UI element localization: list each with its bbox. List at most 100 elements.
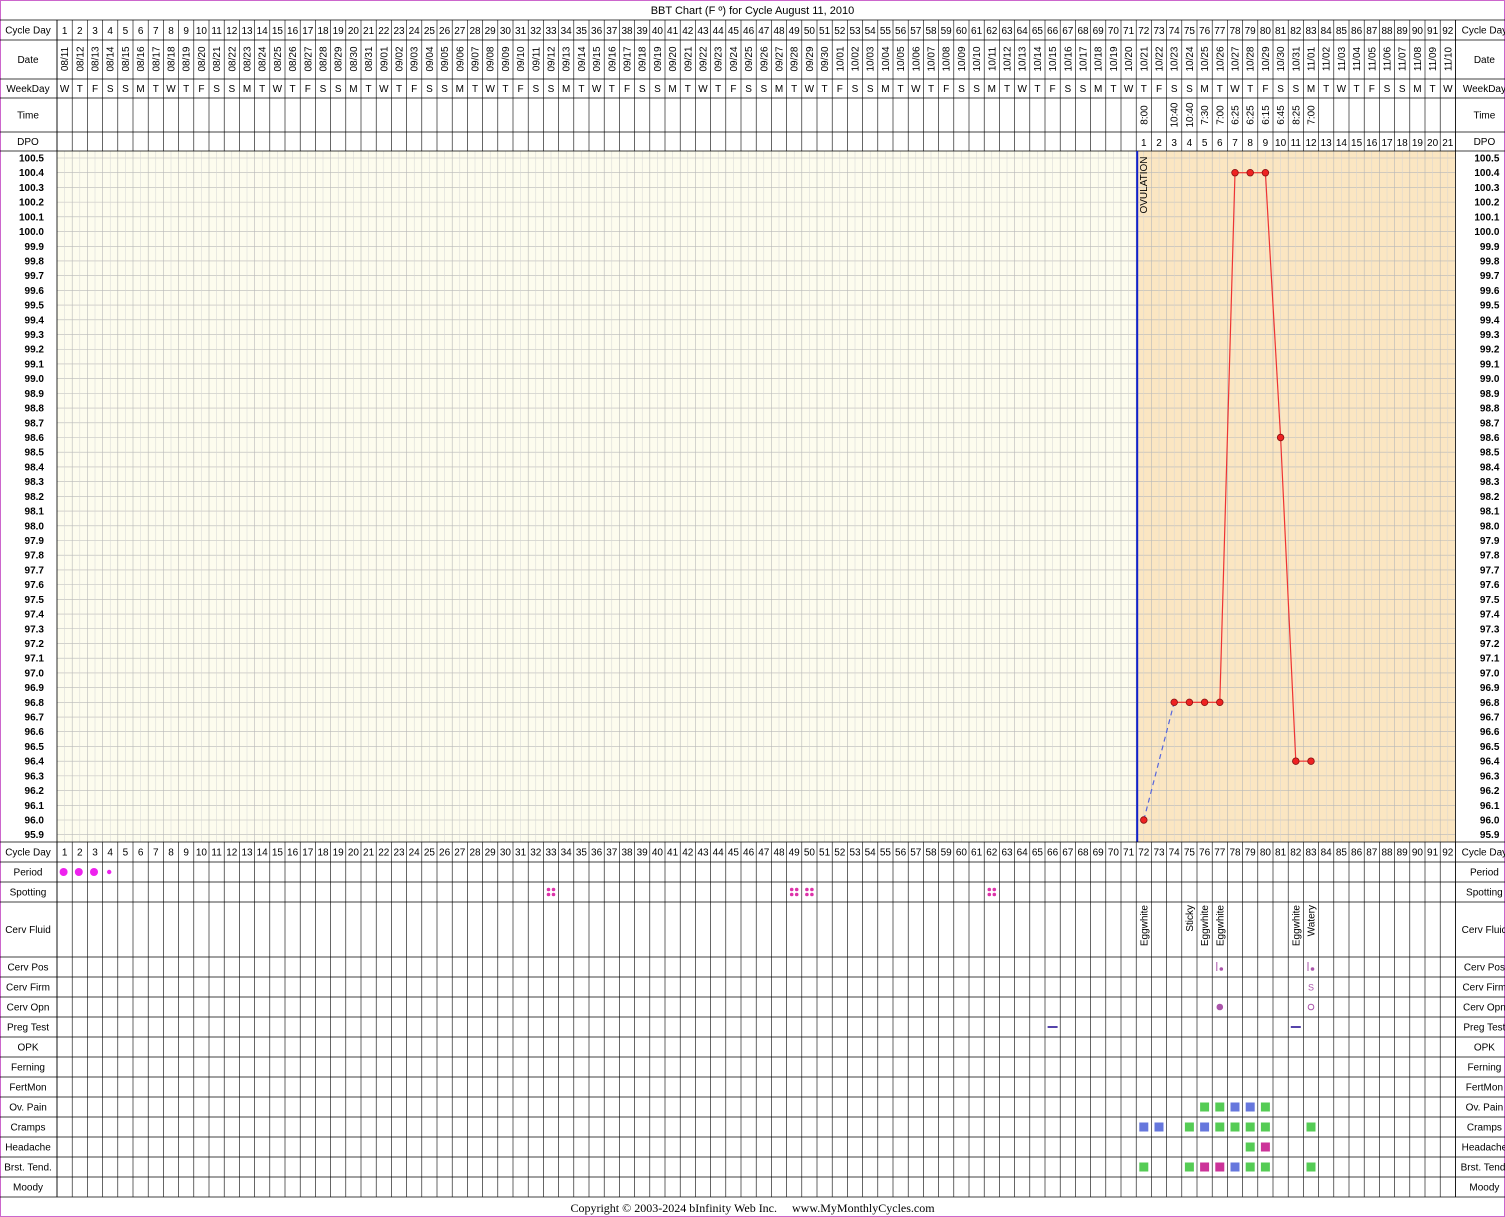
cycle-day-number: 90 (1412, 26, 1424, 37)
brst_tend-mark (1230, 1162, 1240, 1172)
cycle-day-number: 75 (1184, 26, 1196, 37)
weekday-label: S (1171, 84, 1178, 95)
cramps-mark (1184, 1122, 1194, 1132)
date-label: 10/23 (1170, 46, 1181, 71)
cycle-day-number-bottom: 10 (196, 848, 208, 859)
cycle-day-number: 7 (153, 26, 159, 37)
row-label-right-spotting: Spotting (1466, 888, 1503, 899)
temp-tick-label-right: 100.1 (1474, 212, 1499, 223)
weekday-label: T (791, 84, 797, 95)
cycle-day-number: 81 (1275, 26, 1287, 37)
cycle-day-number: 32 (530, 26, 542, 37)
cycle-day-number-bottom: 73 (1153, 848, 1165, 859)
weekday-label: S (213, 84, 220, 95)
cerv-firm-label: S (1308, 983, 1314, 993)
weekday-label: M (1094, 84, 1102, 95)
weekday-label: T (1141, 84, 1147, 95)
date-label: 10/08 (942, 46, 953, 71)
date-label: 09/11 (531, 46, 542, 71)
temp-tick-label-left: 98.3 (25, 477, 45, 488)
cycle-day-number-bottom: 26 (439, 848, 451, 859)
cycle-day-number: 34 (561, 26, 573, 37)
temp-point (1276, 433, 1285, 442)
weekday-label: F (518, 84, 524, 95)
cycle-day-number: 54 (865, 26, 877, 37)
date-label: 11/02 (1322, 46, 1333, 71)
weekday-label: S (441, 84, 448, 95)
weekday-label: W (166, 84, 176, 95)
date-label: 10/07 (927, 46, 938, 71)
temp-tick-label-right: 96.5 (1480, 742, 1500, 753)
date-label: 08/31 (364, 46, 375, 71)
cerv-fluid-label: Eggwhite (1291, 905, 1302, 947)
cycle-day-number: 76 (1199, 26, 1211, 37)
temp-tick-label-left: 100.4 (19, 168, 44, 179)
row-label-right-cerv_pos: Cerv Pos (1464, 963, 1505, 974)
cerv-pos-dot (1310, 967, 1315, 971)
temp-tick-label-right: 97.8 (1480, 551, 1500, 562)
date-label: 09/05 (440, 46, 451, 71)
cycle-day-number: 18 (317, 26, 329, 37)
cycle-day-number-bottom: 41 (667, 848, 679, 859)
weekday-label: S (973, 84, 980, 95)
temp-tick-label-right: 99.3 (1480, 330, 1500, 341)
cycle-day-number: 46 (743, 26, 755, 37)
weekday-label: T (153, 84, 159, 95)
row-label-left-cerv_fluid: Cerv Fluid (5, 925, 51, 936)
cycle-day-number: 82 (1290, 26, 1302, 37)
weekday-label: M (562, 84, 570, 95)
row-label-right-cycle_day: Cycle Day (1462, 26, 1505, 37)
temp-tick-label-left: 99.1 (25, 359, 45, 370)
date-label: 09/18 (638, 46, 649, 71)
weekday-label: F (624, 84, 630, 95)
temp-tick-label-right: 98.8 (1480, 404, 1500, 415)
weekday-label: T (1217, 84, 1223, 95)
date-label: 10/25 (1200, 46, 1211, 71)
date-label: 11/08 (1413, 46, 1424, 71)
date-label: 11/01 (1307, 46, 1318, 71)
cycle-day-number: 6 (138, 26, 144, 37)
row-label-right-weekday: WeekDay (1463, 84, 1505, 95)
weekday-label: S (639, 84, 646, 95)
date-label: 10/28 (1246, 46, 1257, 71)
date-label: 11/06 (1383, 46, 1394, 71)
cycle-day-number-bottom: 79 (1245, 848, 1257, 859)
cycle-day-number: 65 (1032, 26, 1044, 37)
date-label: 10/16 (1063, 46, 1074, 71)
row-label-left-spotting: Spotting (10, 888, 47, 899)
temp-tick-label-left: 100.3 (19, 183, 44, 194)
cramps-mark (1200, 1122, 1210, 1132)
temp-tick-label-right: 95.9 (1480, 830, 1500, 841)
dpo-number: 16 (1366, 138, 1378, 149)
cycle-day-number: 29 (485, 26, 497, 37)
brst_tend-mark (1200, 1162, 1210, 1172)
cycle-day-number-bottom: 75 (1184, 848, 1196, 859)
date-label: 09/07 (471, 46, 482, 71)
temp-tick-label-left: 100.5 (19, 154, 44, 165)
cycle-day-number: 80 (1260, 26, 1272, 37)
weekday-label: F (92, 84, 98, 95)
cycle-day-number-bottom: 25 (424, 848, 436, 859)
weekday-label: W (379, 84, 389, 95)
date-label: 09/26 (759, 46, 770, 71)
weekday-label: S (228, 84, 235, 95)
cycle-day-number: 2 (77, 26, 83, 37)
cycle-day-number: 23 (393, 26, 405, 37)
temp-point (1185, 698, 1194, 707)
row-label-right-preg_test: Preg Test (1463, 1023, 1505, 1034)
date-label: 08/15 (121, 46, 132, 71)
weekday-label: S (1186, 84, 1193, 95)
temp-tick-label-right: 96.9 (1480, 683, 1500, 694)
weekday-label: T (1110, 84, 1116, 95)
temp-tick-label-right: 98.5 (1480, 448, 1500, 459)
cycle-day-number-bottom: 62 (986, 848, 998, 859)
row-label-left-fertmon: FertMon (9, 1083, 46, 1094)
dpo-number: 19 (1412, 138, 1424, 149)
cycle-day-number: 45 (728, 26, 740, 37)
weekday-label: F (1050, 84, 1056, 95)
weekday-label: T (685, 84, 691, 95)
cycle-day-number: 27 (454, 26, 466, 37)
cycle-day-number: 86 (1351, 26, 1363, 37)
ov_pain-mark (1245, 1102, 1255, 1112)
cycle-day-number-bottom: 23 (393, 848, 405, 859)
